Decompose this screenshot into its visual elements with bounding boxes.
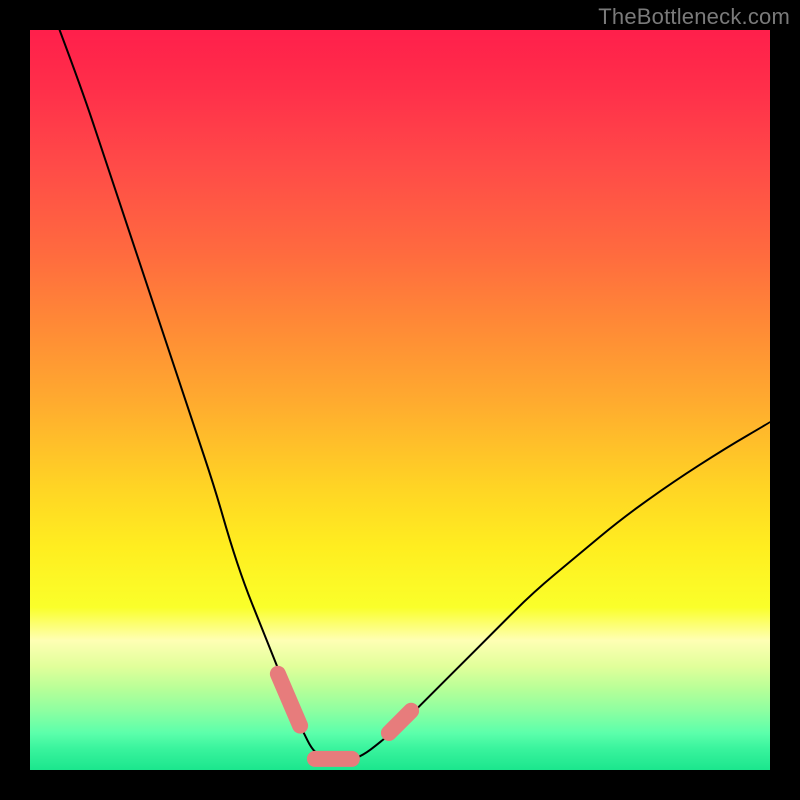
watermark-text: TheBottleneck.com [598,4,790,30]
highlight-markers [278,674,411,759]
bottleneck-curve [60,30,770,762]
curve-layer [30,30,770,770]
plot-area [30,30,770,770]
right-highlight-segment [389,711,411,733]
curve-svg [30,30,770,770]
chart-stage: TheBottleneck.com [0,0,800,800]
left-highlight-segment [278,674,300,726]
